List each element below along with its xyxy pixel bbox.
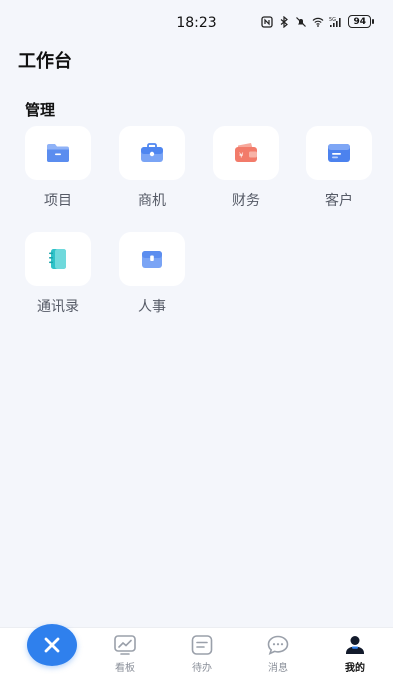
contacts-book-icon <box>49 249 66 269</box>
nfc-icon <box>261 15 274 28</box>
dashboard-chart-icon <box>114 635 136 655</box>
wallet-icon: ¥ <box>235 143 257 162</box>
folder-icon <box>47 144 69 162</box>
grid-item-customer[interactable]: 客户 <box>306 126 372 210</box>
status-bar: 18:23 5G 94 <box>0 0 393 44</box>
signal-5g-icon: 5G <box>329 17 342 27</box>
customer-label: 客户 <box>325 193 353 209</box>
grid-item-contacts[interactable]: 通讯录 <box>25 232 91 316</box>
bluetooth-icon <box>281 15 289 28</box>
finance-tile[interactable]: ¥ <box>213 126 279 180</box>
close-fab-button[interactable] <box>27 624 77 666</box>
close-icon <box>44 637 60 653</box>
tab-messages-label: 消息 <box>268 663 288 674</box>
profile-icon <box>346 636 364 654</box>
hr-tile[interactable] <box>119 232 185 286</box>
mute-icon <box>296 16 307 27</box>
briefcase-icon <box>141 143 163 162</box>
grid-item-hr[interactable]: 人事 <box>119 232 185 316</box>
hr-label: 人事 <box>138 299 166 315</box>
wifi-icon <box>313 17 324 27</box>
project-tile[interactable] <box>25 126 91 180</box>
tab-todo[interactable]: 待办 <box>172 634 232 674</box>
opportunity-tile[interactable] <box>119 126 185 180</box>
grid-item-opportunity[interactable]: 商机 <box>119 126 185 210</box>
page-title: 工作台 <box>18 51 72 72</box>
app-screen: 18:23 5G 94 工作台 管理 项目 商机 ¥ 财务 客户 通讯录 人事 … <box>0 0 393 700</box>
finance-label: 财务 <box>232 193 260 209</box>
project-label: 项目 <box>44 193 72 209</box>
tab-dashboard[interactable]: 看板 <box>95 634 155 674</box>
management-section-title: 管理 <box>25 101 56 119</box>
svg-text:5G: 5G <box>329 17 336 23</box>
contacts-label: 通讯录 <box>37 299 79 315</box>
svg-text:¥: ¥ <box>239 152 244 160</box>
opportunity-label: 商机 <box>138 193 166 209</box>
card-icon <box>328 144 350 162</box>
todo-list-icon <box>191 635 213 655</box>
customer-tile[interactable] <box>306 126 372 180</box>
tab-mine[interactable]: 我的 <box>325 634 385 674</box>
tab-dashboard-label: 看板 <box>115 663 135 674</box>
tab-mine-label: 我的 <box>345 663 365 674</box>
hr-folder-icon <box>142 251 162 268</box>
tab-messages[interactable]: 消息 <box>248 634 308 674</box>
tab-todo-label: 待办 <box>192 663 212 674</box>
grid-item-finance[interactable]: ¥ 财务 <box>213 126 279 210</box>
battery-icon: 94 <box>348 15 374 28</box>
message-bubble-icon <box>267 635 289 655</box>
status-icons: 5G 94 <box>261 15 374 28</box>
grid-item-project[interactable]: 项目 <box>25 126 91 210</box>
contacts-tile[interactable] <box>25 232 91 286</box>
